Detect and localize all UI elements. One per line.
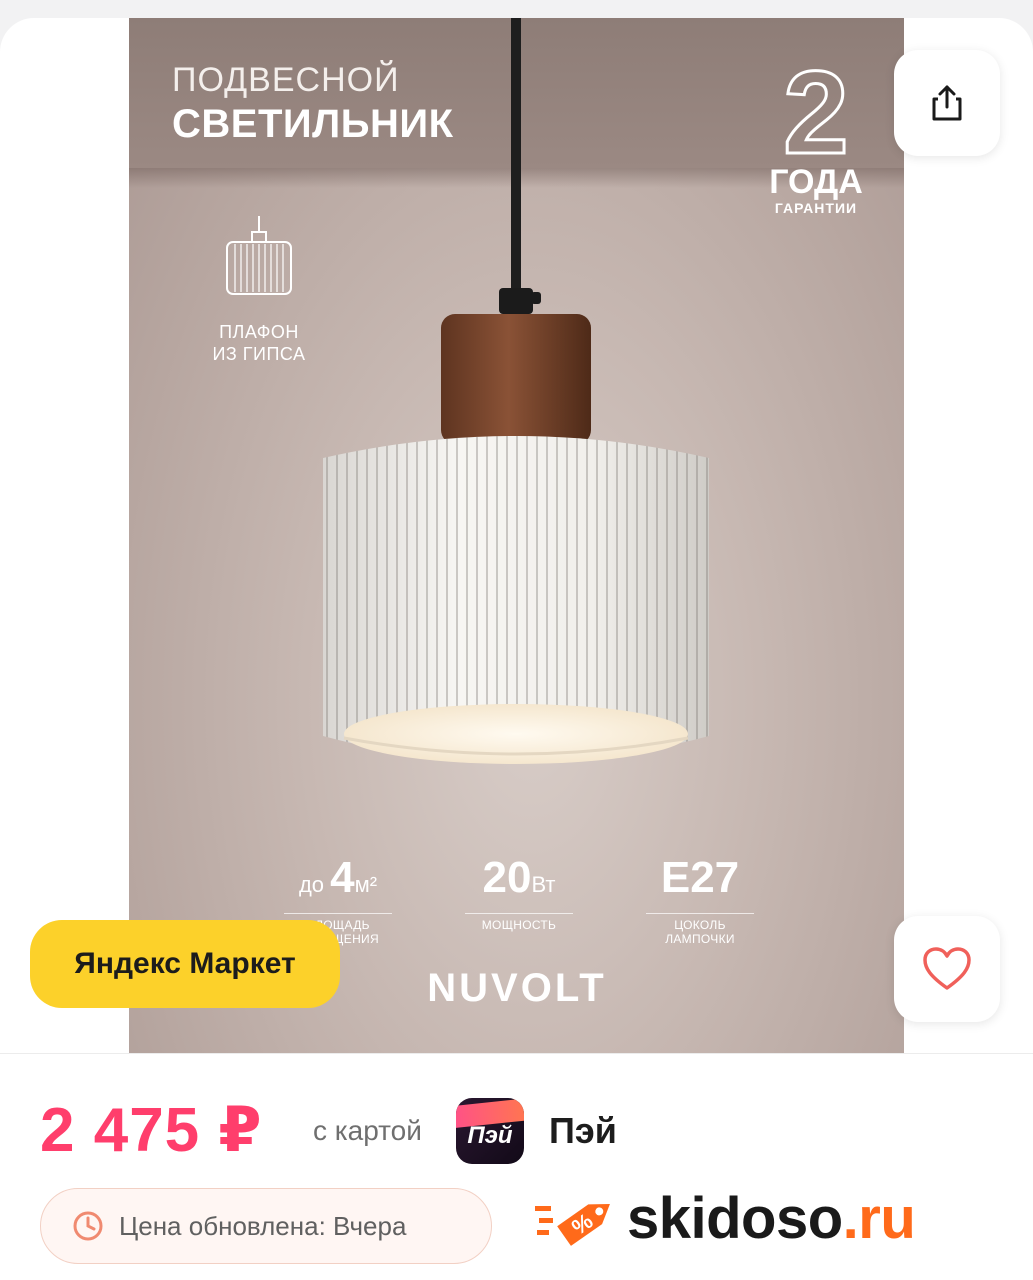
spec-value: 4 — [330, 853, 355, 902]
pay-app-icon: Пэй — [456, 1098, 524, 1164]
spec-caption: ЦОКОЛЬ — [674, 918, 726, 932]
spec-item: E27 ЦОКОЛЬ ЛАМПОЧКИ — [646, 856, 754, 946]
favorite-button[interactable] — [894, 916, 1000, 1022]
card-condition-text: с картой — [313, 1115, 422, 1146]
spec-value: 20 — [482, 853, 532, 902]
heart-icon — [923, 947, 971, 990]
watermark-tld: .ru — [842, 1185, 916, 1251]
pendant-lamp-illustration — [323, 18, 709, 764]
clock-icon — [73, 1211, 103, 1241]
watermark-name: skidoso — [627, 1185, 843, 1251]
watermark-logo: % skidoso.ru — [535, 1178, 916, 1258]
discount-tag-icon: % — [535, 1203, 610, 1246]
price-updated-text: Цена обновлена: Вчера — [119, 1210, 407, 1241]
spec-value: E27 — [660, 853, 740, 902]
spec-caption: МОЩНОСТЬ — [481, 918, 557, 932]
product-image[interactable]: ПОДВЕСНОЙ СВЕТИЛЬНИК 2 ГОДА ГАРАНТИИ ПЛА… — [129, 18, 904, 1053]
warranty-badge: 2 ГОДА ГАРАНТИИ — [741, 47, 891, 217]
price-updated-badge: Цена обновлена: Вчера — [40, 1188, 492, 1264]
store-badge[interactable]: Яндекс Маркет — [30, 920, 340, 1008]
share-button[interactable] — [894, 50, 1000, 156]
spec-list: до 4м² ПЛОЩАДЬ ОСВЕЩЕНИЯ 20Вт МОЩНОСТЬ E… — [284, 856, 754, 946]
warranty-caption: ГАРАНТИИ — [774, 200, 858, 216]
warranty-years: 2 — [782, 47, 851, 179]
brand-logo: NUVOLT — [427, 966, 607, 1010]
share-icon — [932, 85, 962, 121]
pay-service-name: Пэй — [549, 1110, 617, 1151]
price: 2 475 ₽ — [40, 1096, 263, 1165]
spec-item: 20Вт МОЩНОСТЬ — [465, 856, 573, 946]
warranty-word: ГОДА — [769, 163, 863, 201]
